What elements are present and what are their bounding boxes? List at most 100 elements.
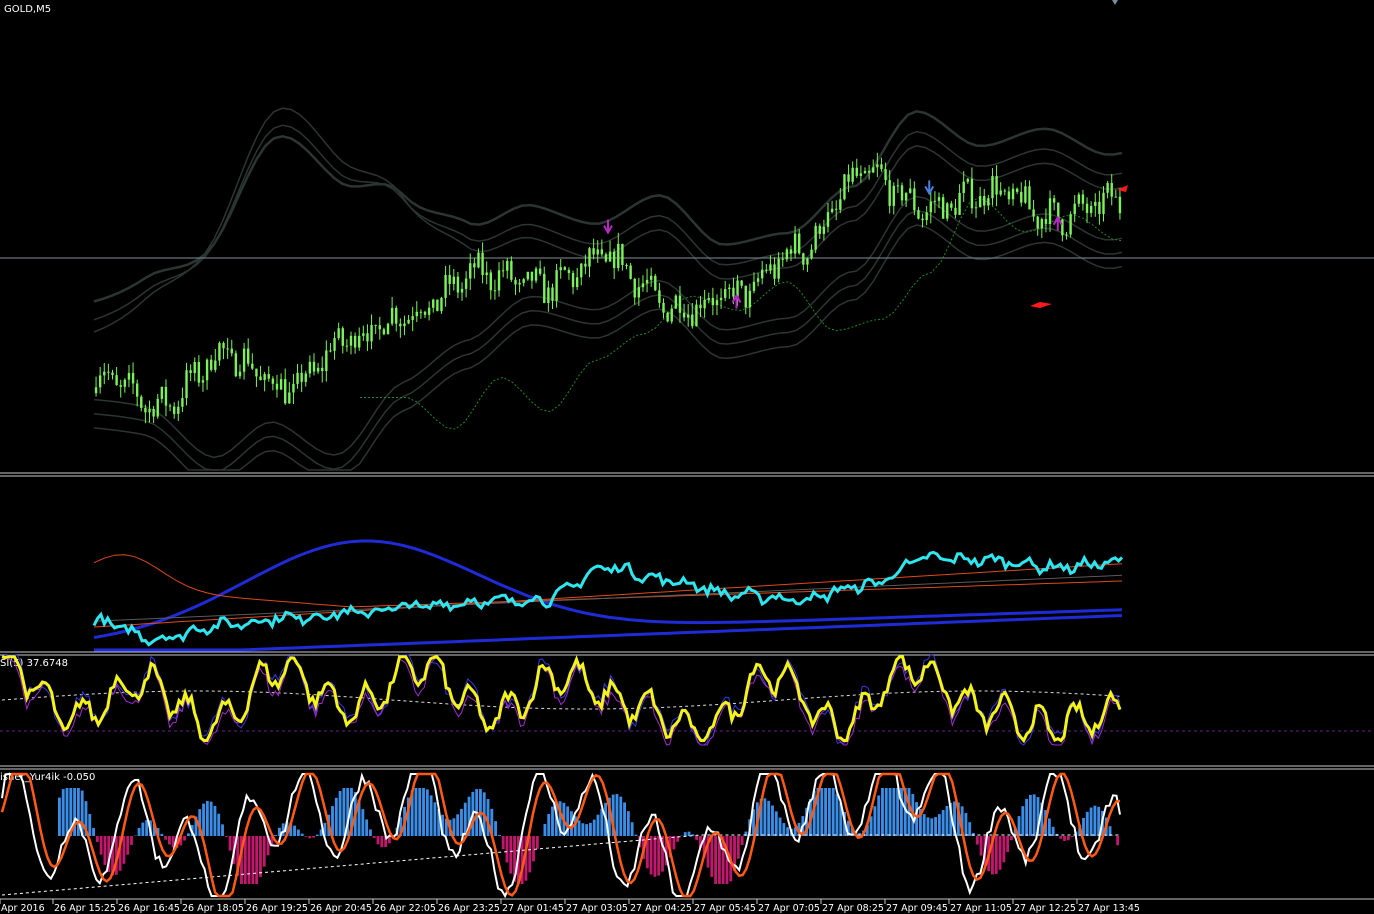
trading-terminal[interactable]: GOLD,M5 SI(5) 37.6748 isher_Yur4ik -0.05… bbox=[0, 0, 1374, 914]
fisher-down-bar bbox=[380, 836, 384, 848]
candle-body bbox=[201, 380, 205, 383]
candle-body bbox=[382, 329, 386, 335]
candle-body bbox=[1003, 190, 1007, 192]
candle-body bbox=[464, 278, 468, 289]
candle-body bbox=[830, 208, 834, 213]
fisher-down-bar bbox=[103, 836, 107, 865]
candle-body bbox=[818, 225, 821, 234]
time-axis-label: 27 Apr 07:05 bbox=[758, 903, 820, 914]
candle-body bbox=[407, 319, 410, 324]
candle-body bbox=[723, 289, 727, 298]
candle-body bbox=[649, 275, 653, 280]
candle-body bbox=[559, 267, 562, 271]
candle-body bbox=[255, 368, 258, 377]
time-axis-label: 26 Apr 23:25 bbox=[438, 903, 500, 914]
candle-body bbox=[193, 362, 196, 374]
fisher-down-bar bbox=[312, 836, 315, 838]
candle-body bbox=[481, 252, 484, 276]
candle-body bbox=[288, 392, 291, 404]
fisher-down-bar bbox=[532, 836, 535, 862]
candle-body bbox=[135, 383, 139, 397]
candle-body bbox=[999, 190, 1002, 195]
fisher-down-bar bbox=[736, 836, 740, 859]
time-axis-label: 27 Apr 01:45 bbox=[502, 903, 564, 914]
candle-body bbox=[604, 254, 608, 262]
candle-body bbox=[670, 308, 673, 322]
candle-body bbox=[752, 281, 756, 291]
candle-body bbox=[1110, 183, 1113, 197]
fisher-up-bar bbox=[497, 834, 501, 836]
candle-body bbox=[962, 181, 965, 194]
candle-body bbox=[929, 201, 932, 213]
candle-body bbox=[140, 396, 143, 408]
candle-body bbox=[740, 280, 743, 286]
candle-body bbox=[209, 359, 213, 370]
candle-body bbox=[843, 174, 846, 200]
candle-body bbox=[131, 372, 135, 384]
fisher-up-bar bbox=[425, 789, 429, 836]
fisher-up-bar bbox=[1093, 805, 1097, 836]
fisher-down-bar bbox=[1063, 836, 1066, 842]
candle-body bbox=[1102, 192, 1105, 215]
candle-body bbox=[773, 264, 776, 279]
candle-body bbox=[863, 170, 867, 174]
fisher-down-bar bbox=[224, 836, 228, 838]
candle-body bbox=[296, 372, 299, 384]
candle-body bbox=[501, 270, 505, 272]
fisher-down-bar bbox=[653, 836, 657, 877]
candle-body bbox=[98, 375, 102, 388]
candle-body bbox=[802, 253, 805, 265]
candle-body bbox=[390, 307, 394, 324]
candle-body bbox=[160, 387, 164, 399]
candle-body bbox=[214, 360, 217, 370]
fisher-up-bar bbox=[831, 788, 835, 836]
candle-body bbox=[966, 178, 969, 182]
candle-body bbox=[473, 263, 476, 268]
fisher-up-bar bbox=[160, 833, 164, 836]
candle-body bbox=[152, 409, 155, 417]
candle-body bbox=[913, 188, 916, 211]
fisher-up-bar bbox=[76, 788, 80, 836]
candle-body bbox=[349, 335, 353, 346]
candle-body bbox=[337, 328, 340, 339]
candle-body bbox=[538, 268, 542, 274]
candle-body bbox=[958, 193, 961, 215]
fisher-up-bar bbox=[88, 814, 92, 836]
time-axis-label: 27 Apr 09:45 bbox=[886, 903, 948, 914]
candle-body bbox=[1040, 219, 1044, 229]
candle-body bbox=[658, 290, 661, 303]
candle-body bbox=[197, 362, 201, 383]
candle-body bbox=[115, 375, 118, 386]
fisher-down-bar bbox=[740, 836, 744, 846]
candle-body bbox=[970, 178, 974, 209]
fisher-down-bar bbox=[372, 836, 376, 838]
candle-body bbox=[469, 263, 472, 279]
candle-body bbox=[761, 269, 764, 279]
candle-body bbox=[728, 287, 731, 290]
candle-body bbox=[345, 345, 349, 347]
fisher-down-bar bbox=[376, 836, 380, 845]
candle-body bbox=[629, 265, 632, 279]
candle-body bbox=[226, 348, 229, 350]
candle-body bbox=[662, 302, 665, 313]
fisher-up-bar bbox=[577, 820, 581, 836]
candle-body bbox=[436, 299, 439, 312]
candle-body bbox=[674, 295, 678, 309]
fisher-up-bar bbox=[835, 793, 839, 836]
candle-body bbox=[456, 276, 460, 293]
candle-body bbox=[325, 350, 328, 371]
candle-body bbox=[699, 304, 702, 309]
fisher-up-bar bbox=[551, 806, 554, 836]
candle-body bbox=[732, 287, 735, 297]
candle-body bbox=[1069, 214, 1072, 235]
fisher-up-bar bbox=[926, 817, 930, 836]
candle-body bbox=[859, 173, 863, 176]
candle-body bbox=[312, 361, 316, 372]
fisher-up-bar bbox=[274, 834, 278, 836]
candle-body bbox=[304, 373, 307, 382]
fisher-up-bar bbox=[92, 828, 95, 836]
candle-body bbox=[633, 278, 636, 298]
fisher-down-bar bbox=[167, 836, 171, 845]
candle-body bbox=[941, 197, 945, 219]
candle-body bbox=[785, 249, 789, 260]
